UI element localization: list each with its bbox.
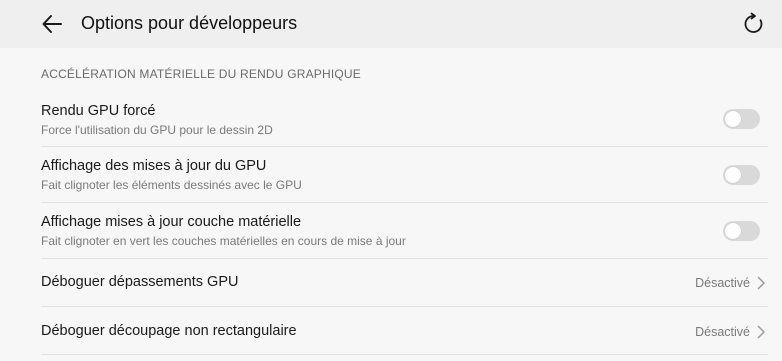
toggle-knob [725, 167, 741, 183]
divider [41, 354, 768, 355]
setting-subtitle: Fait clignoter en vert les couches matér… [41, 234, 406, 248]
page-title: Options pour développeurs [81, 13, 298, 33]
setting-title: Déboguer découpage non rectangulaire [41, 323, 297, 339]
reset-button[interactable] [740, 10, 768, 38]
toggle-knob [725, 111, 741, 127]
arrow-left-icon [42, 15, 62, 33]
toggle-knob [725, 223, 741, 239]
setting-debug-gpu-overdraw[interactable]: Déboguer dépassements GPU Désactivé [0, 259, 782, 306]
setting-show-gpu-updates[interactable]: Affichage des mises à jour du GPU Fait c… [0, 147, 782, 202]
app-bar: Options pour développeurs [0, 0, 782, 48]
setting-subtitle: Force l'utilisation du GPU pour le dessi… [41, 123, 273, 137]
chevron-right-icon [757, 325, 765, 339]
setting-force-gpu-rendering[interactable]: Rendu GPU forcé Force l'utilisation du G… [0, 95, 782, 147]
setting-title: Rendu GPU forcé [41, 103, 156, 119]
setting-value: Désactivé [695, 276, 750, 290]
setting-title: Déboguer dépassements GPU [41, 274, 239, 290]
show-gpu-updates-toggle[interactable] [723, 165, 760, 185]
setting-title: Affichage mises à jour couche matérielle [41, 214, 302, 230]
back-button[interactable] [38, 10, 66, 38]
setting-show-hw-layer-updates[interactable]: Affichage mises à jour couche matérielle… [0, 203, 782, 258]
setting-debug-non-rect-clip[interactable]: Déboguer découpage non rectangulaire Dés… [0, 307, 782, 354]
chevron-right-icon [757, 276, 765, 290]
section-header: ACCÉLÉRATION MATÉRIELLE DU RENDU GRAPHIQ… [41, 67, 362, 81]
refresh-icon [744, 12, 763, 33]
force-gpu-rendering-toggle[interactable] [723, 109, 760, 129]
setting-subtitle: Fait clignoter les éléments dessinés ave… [41, 178, 302, 192]
show-hw-layer-updates-toggle[interactable] [723, 221, 760, 241]
setting-value: Désactivé [695, 325, 750, 339]
setting-title: Affichage des mises à jour du GPU [41, 158, 267, 174]
